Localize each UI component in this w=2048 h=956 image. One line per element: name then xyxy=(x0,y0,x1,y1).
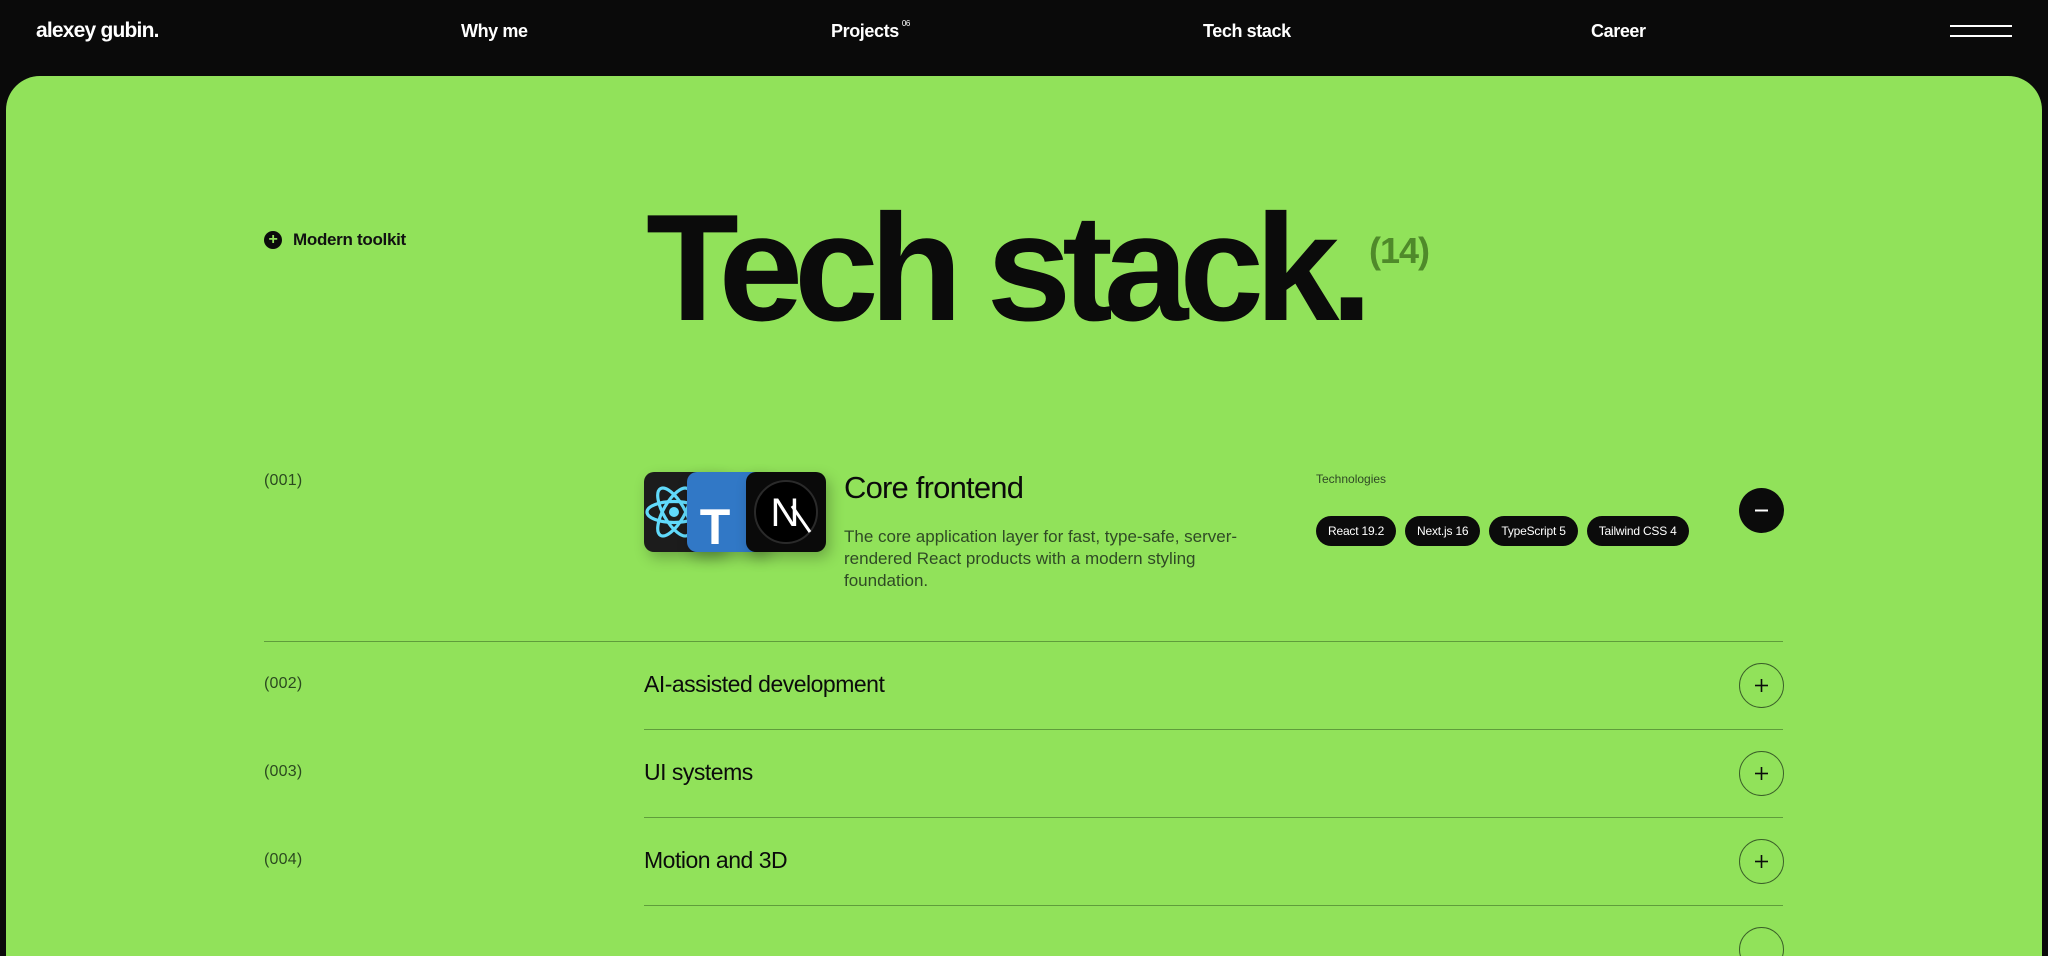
category-title[interactable]: UI systems xyxy=(644,759,753,786)
category-title: Core frontend xyxy=(844,470,1024,505)
nav-projects-label: Projects xyxy=(831,21,899,41)
top-navigation: alexey gubin. Why me Projects 06 Tech sta… xyxy=(0,0,2048,76)
menu-line-bottom xyxy=(1950,35,2012,37)
eyebrow-label: Modern toolkit xyxy=(293,230,406,249)
tech-stack-section: + Modern toolkit Tech stack. (14) (001) … xyxy=(6,76,2042,956)
core-frontend-logos: T N xyxy=(644,472,826,556)
projects-count: 06 xyxy=(901,19,911,28)
plus-icon xyxy=(1755,679,1768,692)
nav-tech-stack[interactable]: Tech stack xyxy=(1203,21,1291,42)
page-title: Tech stack. xyxy=(646,183,1373,353)
category-number: (003) xyxy=(264,763,303,780)
category-number: (002) xyxy=(264,675,303,692)
minus-icon xyxy=(1755,509,1768,512)
menu-button[interactable] xyxy=(1950,24,2012,40)
collapse-button[interactable] xyxy=(1739,488,1784,533)
plus-icon xyxy=(1755,855,1768,868)
nav-why-me[interactable]: Why me xyxy=(461,21,528,42)
plus-circle-icon: + xyxy=(264,231,282,249)
tech-tag-tailwind: Tailwind CSS 4 xyxy=(1586,516,1689,546)
row-divider xyxy=(644,729,1783,730)
typescript-letter: T xyxy=(700,499,731,552)
expand-button[interactable] xyxy=(1739,663,1784,708)
section-eyebrow: + Modern toolkit xyxy=(264,230,406,250)
row-divider xyxy=(644,905,1783,906)
category-number: (004) xyxy=(264,851,303,868)
plus-icon xyxy=(1755,767,1768,780)
row-divider xyxy=(644,817,1783,818)
menu-line-top xyxy=(1950,25,2012,27)
nav-career[interactable]: Career xyxy=(1591,21,1646,42)
category-title[interactable]: AI-assisted development xyxy=(644,671,885,698)
nav-projects[interactable]: Projects 06 xyxy=(831,19,911,42)
technologies-label: Technologies xyxy=(1316,472,1387,486)
expand-button[interactable] xyxy=(1739,751,1784,796)
row-divider xyxy=(264,641,1783,642)
tech-tag-nextjs: Next.js 16 xyxy=(1405,516,1481,546)
tech-tag-typescript: TypeScript 5 xyxy=(1489,516,1578,546)
tech-tag-react: React 19.2 xyxy=(1316,516,1397,546)
category-number: (001) xyxy=(264,472,303,489)
technology-tags: React 19.2 Next.js 16 TypeScript 5 Tailw… xyxy=(1316,516,1689,546)
tech-count: (14) xyxy=(1369,230,1430,271)
expand-button[interactable] xyxy=(1739,839,1784,884)
nextjs-icon: N xyxy=(746,472,826,552)
category-title[interactable]: Motion and 3D xyxy=(644,847,788,874)
category-description: The core application layer for fast, typ… xyxy=(844,527,1238,590)
site-logo[interactable]: alexey gubin. xyxy=(36,19,159,43)
